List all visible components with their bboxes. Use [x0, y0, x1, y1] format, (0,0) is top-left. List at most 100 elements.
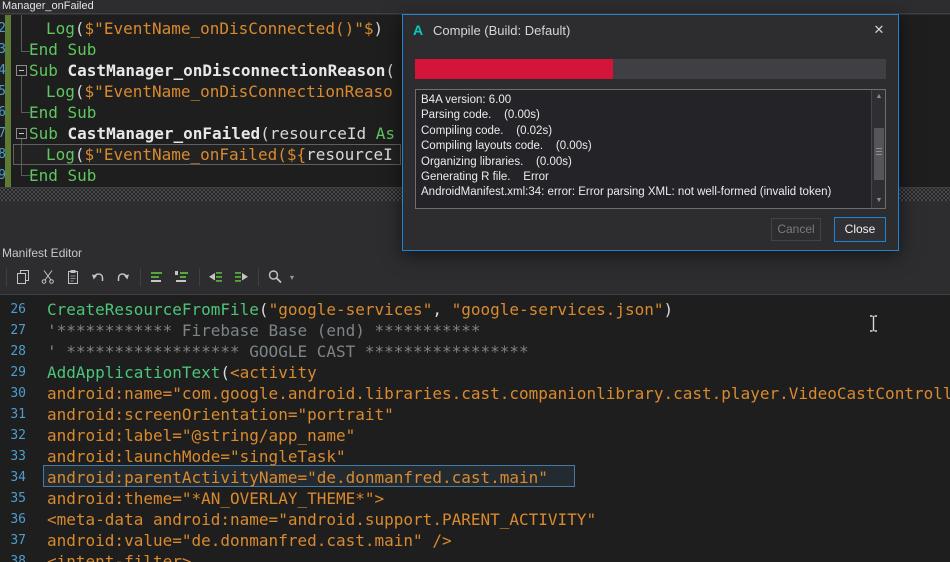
code-text: <intent-filter> — [47, 551, 192, 562]
code-token: As — [366, 124, 395, 143]
code-line[interactable]: 33 android:launchMode="singleTask" — [0, 446, 950, 467]
code-text: <meta-data android:name="android.support… — [47, 509, 596, 530]
line-number: 33 — [0, 446, 26, 467]
code-line[interactable]: 31android:screenOrientation="portrait" — [0, 404, 950, 425]
line-number: 26 — [0, 299, 26, 320]
code-token: $"EventName_onDisConnected()"$ — [85, 19, 374, 38]
cancel-button[interactable]: Cancel — [771, 218, 821, 241]
code-token: android:name="com.google.android.librari… — [47, 384, 950, 403]
toolbar-copy-button[interactable] — [11, 265, 35, 289]
line-number: 2 — [0, 18, 6, 39]
code-text: End Sub — [29, 39, 96, 60]
scroll-up-icon[interactable]: ▲ — [872, 90, 886, 104]
manifest-code-editor[interactable]: 26 CreateResourceFromFile ( "google-service… — [0, 294, 950, 562]
code-line[interactable]: 27'************ Firebase Base (end) ****… — [0, 320, 950, 341]
code-token: ( — [260, 124, 270, 143]
code-token: ( — [75, 82, 85, 101]
code-token: "google-services.json" — [452, 300, 664, 319]
compile-log[interactable]: B4A version: 6.00Parsing code. (0.00s)Co… — [415, 89, 886, 209]
code-text: android:label="@string/app_name" — [47, 425, 355, 446]
code-token: CastManager_onDisconnectionReason — [68, 61, 386, 80]
log-line: Compiling code. (0.02s) — [416, 124, 870, 139]
code-text: android:theme="*AN_OVERLAY_THEME*"> — [47, 488, 384, 509]
code-token: ( — [385, 61, 395, 80]
fold-collapse-icon[interactable] — [16, 128, 27, 139]
code-token: resourceI — [306, 145, 393, 164]
copy-icon — [15, 269, 31, 285]
find-icon — [267, 269, 283, 285]
code-text: '************ Firebase Base (end) ******… — [47, 320, 480, 341]
code-text: Log($"EventName_onDisConnectionReaso — [46, 81, 393, 102]
current-sub-label[interactable]: Manager_onFailed — [2, 0, 94, 12]
code-token: CreateResourceFromFile — [47, 300, 259, 319]
code-line[interactable]: 29AddApplicationText(<activity — [0, 362, 950, 383]
code-token: android:label="@string/app_name" — [47, 426, 355, 445]
code-text: End Sub — [29, 102, 96, 123]
code-token: End Sub — [29, 103, 96, 122]
code-token: ' ****************** GOOGLE CAST *******… — [47, 342, 529, 361]
log-line: Compiling layouts code. (0.00s) — [416, 139, 870, 154]
toolbar-separator — [6, 268, 7, 286]
code-token: Sub — [29, 61, 68, 80]
text-cursor-pointer — [869, 315, 878, 332]
code-text: android:launchMode="singleTask" — [47, 446, 346, 467]
log-scrollbar[interactable]: ▲ ▼ — [871, 90, 885, 208]
toolbar-undo-button[interactable] — [86, 265, 110, 289]
code-token: ( — [75, 145, 85, 164]
scrollbar-thumb[interactable] — [874, 128, 884, 180]
line-number: 7 — [0, 123, 6, 144]
code-token: resourceId — [270, 124, 366, 143]
code-line[interactable]: 38 <intent-filter> — [0, 551, 950, 562]
log-line: Parsing code. (0.00s) — [416, 108, 870, 123]
toolbar-comment-add-button[interactable] — [145, 265, 169, 289]
code-token: AddApplicationText — [47, 363, 220, 382]
code-line[interactable]: 28 ' ****************** GOOGLE CAST *****… — [0, 341, 950, 362]
code-line[interactable]: 36<meta-data android:name="android.suppo… — [0, 509, 950, 530]
manifest-editor-title: Manifest Editor — [2, 246, 82, 260]
code-token: , — [432, 300, 451, 319]
compile-progress-bar — [415, 59, 886, 79]
toolbar-shift-right-button[interactable] — [229, 265, 253, 289]
log-line: Organizing libraries. (0.00s) — [416, 155, 870, 170]
line-number: 28 — [0, 341, 26, 362]
toolbar-separator — [258, 268, 259, 286]
code-line[interactable]: 32android:label="@string/app_name" — [0, 425, 950, 446]
toolbar-overflow-icon[interactable]: ▾ — [290, 273, 294, 282]
code-token: <activity — [230, 363, 317, 382]
toolbar-cut-button[interactable] — [36, 265, 60, 289]
code-token: Log — [46, 145, 75, 164]
code-token: ) — [664, 300, 674, 319]
compile-dialog: A Compile (Build: Default) ✕ B4A version… — [402, 14, 899, 251]
compile-log-lines: B4A version: 6.00Parsing code. (0.00s)Co… — [416, 93, 870, 201]
code-text: End Sub — [29, 165, 96, 186]
code-line[interactable]: 26CreateResourceFromFile("google-service… — [0, 299, 950, 320]
redo-icon — [115, 269, 131, 285]
manifest-toolbar: ▾ — [0, 262, 950, 292]
code-token: ( — [220, 363, 230, 382]
code-token: android:value="de.donmanfred.cast.main" … — [47, 531, 452, 550]
close-button[interactable]: Close — [834, 217, 886, 242]
code-text: ' ****************** GOOGLE CAST *******… — [47, 341, 529, 362]
close-icon[interactable]: ✕ — [870, 21, 888, 39]
dialog-titlebar[interactable]: A Compile (Build: Default) ✕ — [403, 15, 898, 47]
toolbar-shift-left-button[interactable] — [204, 265, 228, 289]
code-line[interactable]: 35android:theme="*AN_OVERLAY_THEME*"> — [0, 488, 950, 509]
code-line[interactable]: 30android:name="com.google.android.libra… — [0, 383, 950, 404]
code-line[interactable]: 37android:value="de.donmanfred.cast.main… — [0, 530, 950, 551]
scroll-down-icon[interactable]: ▼ — [872, 194, 886, 208]
code-token: End Sub — [29, 166, 96, 185]
fold-collapse-icon[interactable] — [16, 65, 27, 76]
code-token: CastManager_onFailed — [68, 124, 261, 143]
line-number: 8 — [0, 144, 6, 165]
toolbar-find-button[interactable] — [263, 265, 287, 289]
code-token: android:theme="*AN_OVERLAY_THEME*"> — [47, 489, 384, 508]
code-line[interactable]: 34android:parentActivityName="de.donmanf… — [0, 467, 950, 488]
comment-add-icon — [149, 269, 165, 285]
toolbar-paste-button[interactable] — [61, 265, 85, 289]
line-number: 38 — [0, 551, 26, 562]
b4a-ide-window: Manager_onFailed 2Log($"EventName_onDisC… — [0, 0, 950, 562]
toolbar-comment-remove-button[interactable] — [170, 265, 194, 289]
dialog-title: Compile (Build: Default) — [433, 23, 570, 38]
code-text: Sub CastManager_onFailed(resourceId As — [29, 123, 395, 144]
toolbar-redo-button[interactable] — [111, 265, 135, 289]
